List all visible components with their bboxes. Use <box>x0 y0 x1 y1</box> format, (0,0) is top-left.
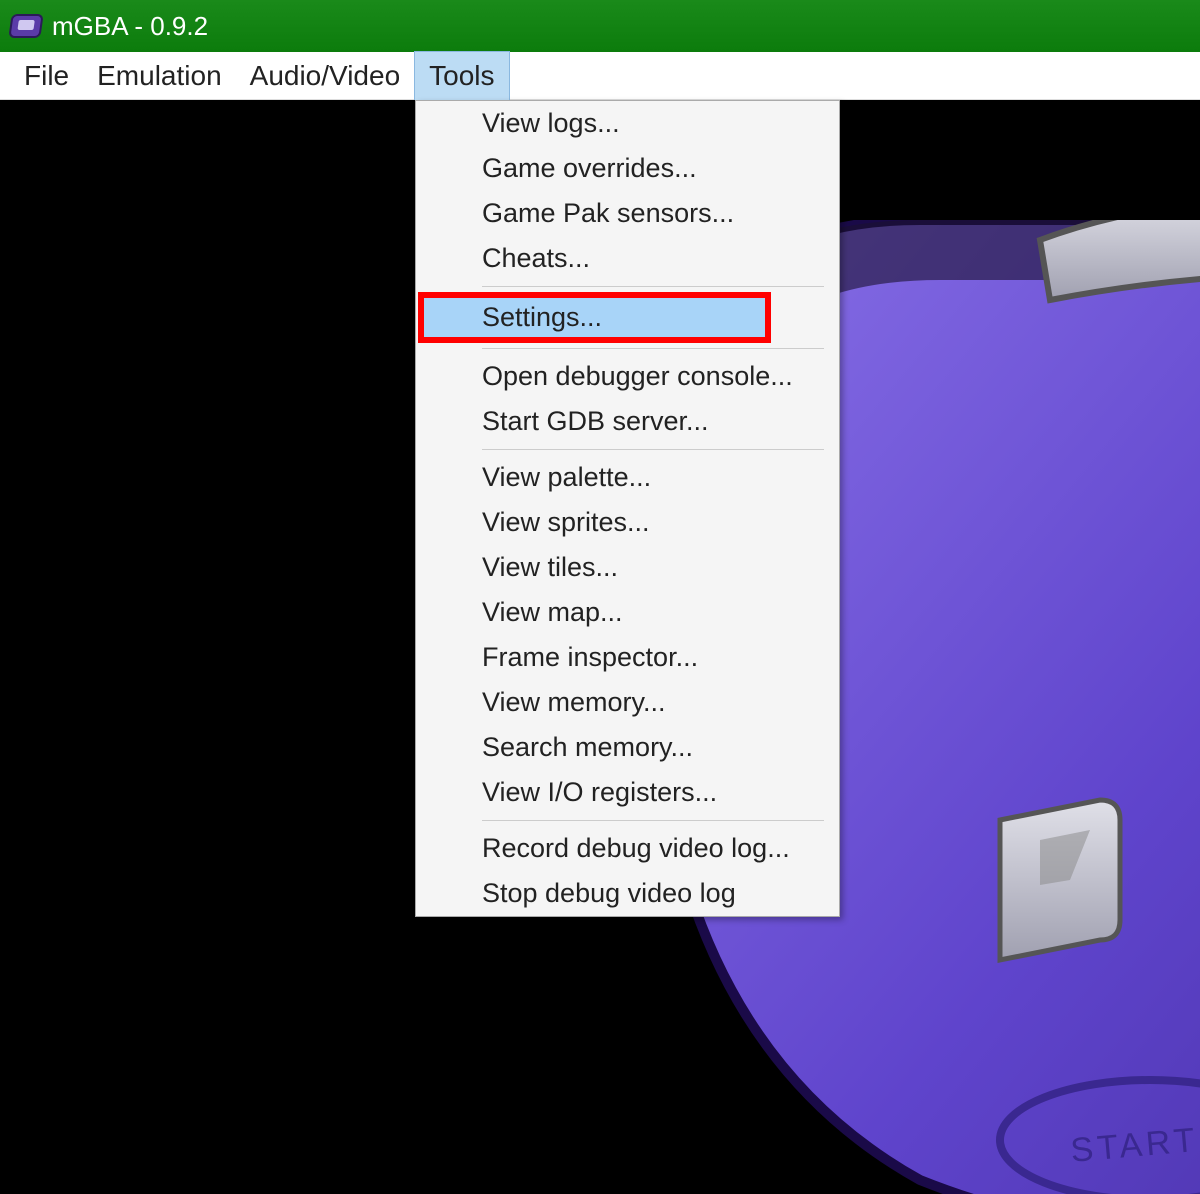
dropdown-item-view-palette[interactable]: View palette... <box>416 455 839 500</box>
dropdown-item-start-gdb-server[interactable]: Start GDB server... <box>416 399 839 444</box>
dropdown-item-view-tiles[interactable]: View tiles... <box>416 545 839 590</box>
dropdown-item-settings[interactable]: Settings... <box>418 292 771 343</box>
dropdown-item-record-debug-video-log[interactable]: Record debug video log... <box>416 826 839 871</box>
dropdown-item-game-pak-sensors[interactable]: Game Pak sensors... <box>416 191 839 236</box>
dropdown-item-open-debugger-console[interactable]: Open debugger console... <box>416 354 839 399</box>
dropdown-item-view-logs[interactable]: View logs... <box>416 101 839 146</box>
app-icon <box>8 14 43 38</box>
dropdown-separator <box>482 449 824 450</box>
titlebar: mGBA - 0.9.2 <box>0 0 1200 52</box>
menu-tools[interactable]: Tools <box>414 51 509 101</box>
dropdown-item-game-overrides[interactable]: Game overrides... <box>416 146 839 191</box>
dropdown-item-view-map[interactable]: View map... <box>416 590 839 635</box>
dropdown-item-view-sprites[interactable]: View sprites... <box>416 500 839 545</box>
dropdown-item-cheats[interactable]: Cheats... <box>416 236 839 281</box>
dropdown-item-search-memory[interactable]: Search memory... <box>416 725 839 770</box>
dropdown-item-frame-inspector[interactable]: Frame inspector... <box>416 635 839 680</box>
window-title: mGBA - 0.9.2 <box>52 11 208 42</box>
dropdown-item-view-memory[interactable]: View memory... <box>416 680 839 725</box>
menu-audio-video[interactable]: Audio/Video <box>236 52 415 100</box>
tools-dropdown: View logs...Game overrides...Game Pak se… <box>415 100 840 917</box>
menu-file[interactable]: File <box>10 52 83 100</box>
menubar: File Emulation Audio/Video Tools <box>0 52 1200 100</box>
dropdown-separator <box>482 286 824 287</box>
dropdown-item-view-i-o-registers[interactable]: View I/O registers... <box>416 770 839 815</box>
dropdown-separator <box>482 820 824 821</box>
dropdown-item-stop-debug-video-log[interactable]: Stop debug video log <box>416 871 839 916</box>
menu-emulation[interactable]: Emulation <box>83 52 236 100</box>
dropdown-separator <box>482 348 824 349</box>
